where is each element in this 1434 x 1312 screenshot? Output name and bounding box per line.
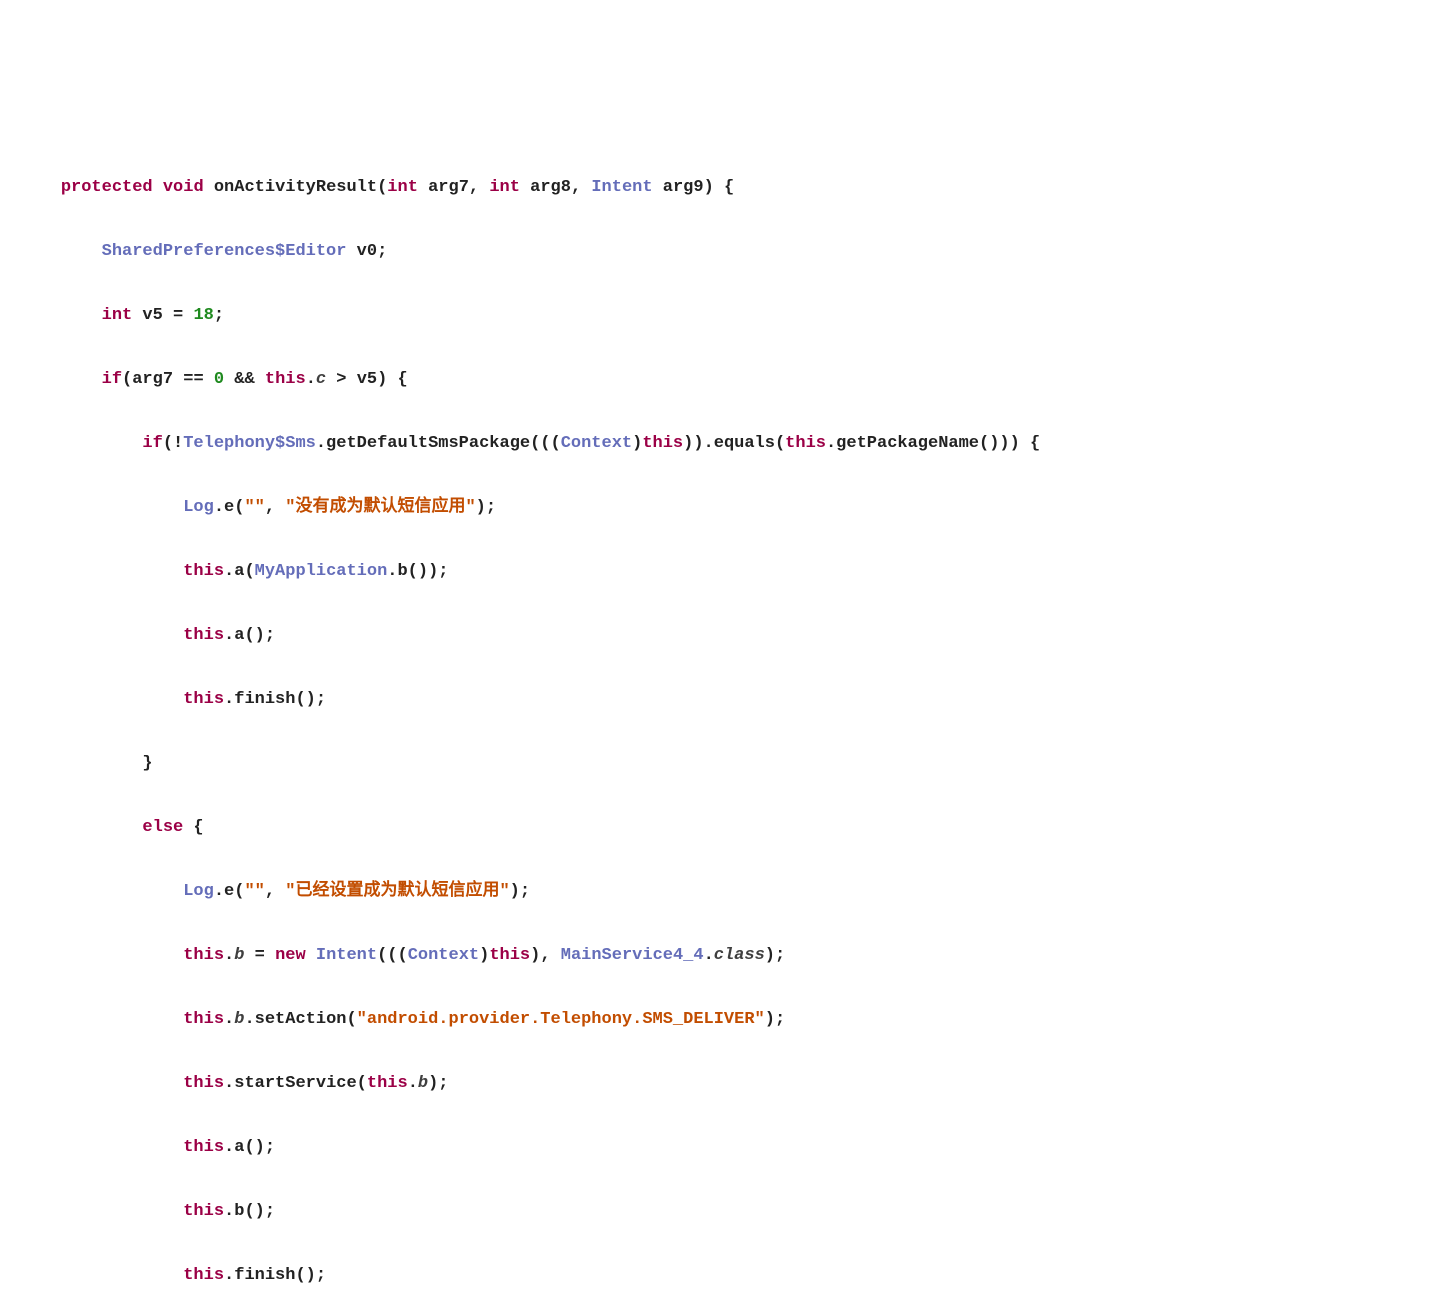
member-c: c <box>316 370 326 389</box>
type-log: Log <box>183 498 214 517</box>
string-literal: "已经设置成为默认短信应用" <box>285 882 509 901</box>
string-literal: "没有成为默认短信应用" <box>285 498 475 517</box>
code-line: this.b = new Intent(((Context)this), Mai… <box>20 940 1414 972</box>
code-line: this.a(MyApplication.b()); <box>20 556 1414 588</box>
number-literal: 0 <box>214 370 224 389</box>
keyword-else: else <box>142 818 183 837</box>
type-sharedprefs: SharedPreferences$Editor <box>102 242 347 261</box>
code-block: protected void onActivityResult(int arg7… <box>20 140 1414 1312</box>
keyword-this: this <box>183 946 224 965</box>
code-line: this.finish(); <box>20 1260 1414 1292</box>
keyword-if: if <box>142 434 162 453</box>
code-line: Log.e("", "已经设置成为默认短信应用"); <box>20 876 1414 908</box>
keyword-this: this <box>785 434 826 453</box>
member-b: b <box>418 1074 428 1093</box>
number-literal: 18 <box>193 306 213 325</box>
type-log: Log <box>183 882 214 901</box>
keyword-this: this <box>183 1074 224 1093</box>
type-mainservice: MainService4_4 <box>561 946 704 965</box>
code-line: else { <box>20 812 1414 844</box>
code-line: this.b(); <box>20 1196 1414 1228</box>
code-line: this.startService(this.b); <box>20 1068 1414 1100</box>
brace: } <box>142 754 152 773</box>
keyword-int: int <box>479 178 520 197</box>
keyword-this: this <box>265 370 306 389</box>
code-line: int v5 = 18; <box>20 300 1414 332</box>
string-literal: "" <box>244 882 264 901</box>
member-b: b <box>234 1010 244 1029</box>
function-name: onActivityResult <box>214 178 377 197</box>
string-literal: "android.provider.Telephony.SMS_DELIVER" <box>357 1010 765 1029</box>
keyword-this: this <box>642 434 683 453</box>
keyword-this: this <box>367 1074 408 1093</box>
code-line: this.b.setAction("android.provider.Telep… <box>20 1004 1414 1036</box>
keyword-this: this <box>183 562 224 581</box>
type-myapplication: MyApplication <box>255 562 388 581</box>
keyword-this: this <box>183 1010 224 1029</box>
code-line: Log.e("", "没有成为默认短信应用"); <box>20 492 1414 524</box>
type-telephony-sms: Telephony$Sms <box>183 434 316 453</box>
keyword-this: this <box>183 1266 224 1285</box>
keyword-this: this <box>183 690 224 709</box>
code-line: this.finish(); <box>20 684 1414 716</box>
keyword-protected: protected <box>61 178 153 197</box>
keyword-new: new <box>275 946 306 965</box>
code-line: protected void onActivityResult(int arg7… <box>20 172 1414 204</box>
code-line: SharedPreferences$Editor v0; <box>20 236 1414 268</box>
type-intent: Intent <box>316 946 377 965</box>
code-line: this.a(); <box>20 1132 1414 1164</box>
code-line: if(!Telephony$Sms.getDefaultSmsPackage((… <box>20 428 1414 460</box>
code-line: this.a(); <box>20 620 1414 652</box>
type-intent: Intent <box>581 178 652 197</box>
keyword-this: this <box>489 946 530 965</box>
keyword-int: int <box>387 178 418 197</box>
code-line: } <box>20 748 1414 780</box>
keyword-if: if <box>102 370 122 389</box>
type-context: Context <box>561 434 632 453</box>
keyword-this: this <box>183 626 224 645</box>
keyword-void: void <box>163 178 204 197</box>
member-class: class <box>714 946 765 965</box>
keyword-this: this <box>183 1138 224 1157</box>
keyword-this: this <box>183 1202 224 1221</box>
code-line: if(arg7 == 0 && this.c > v5) { <box>20 364 1414 396</box>
string-literal: "" <box>244 498 264 517</box>
keyword-int: int <box>102 306 133 325</box>
type-context: Context <box>408 946 479 965</box>
member-b: b <box>234 946 244 965</box>
